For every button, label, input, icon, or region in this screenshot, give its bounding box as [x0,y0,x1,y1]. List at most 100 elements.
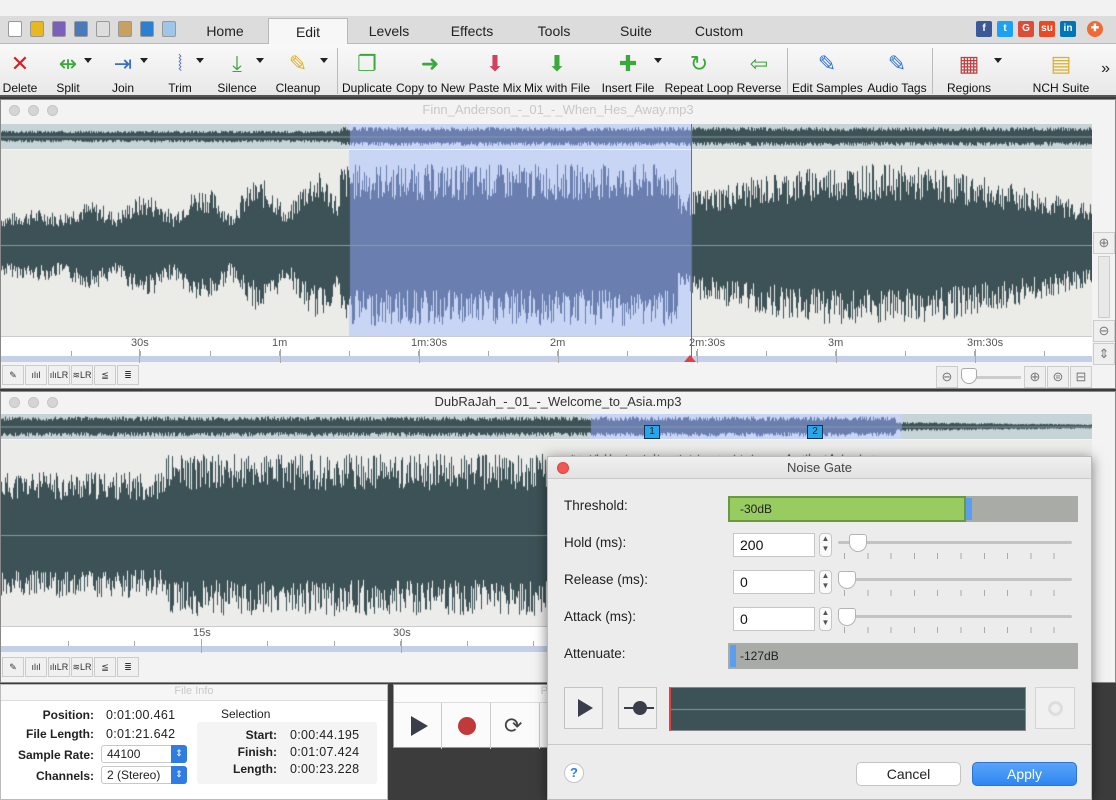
help-lifebuoy-icon[interactable]: ✚ [1087,21,1103,37]
horizontal-zoom-slider[interactable] [961,368,1021,384]
vertical-zoom-in-icon[interactable]: ⊕ [1093,232,1115,254]
redo-icon[interactable] [162,21,176,37]
horizontal-zoom-out-icon[interactable]: ⊖ [936,366,958,388]
attenuate-handle[interactable] [730,645,736,667]
zoom-to-selection-icon[interactable]: ⊜ [1047,366,1069,388]
paste-icon[interactable] [118,21,132,37]
playhead-marker[interactable] [684,355,696,362]
vertical-zoom-slider[interactable] [1098,256,1110,318]
reverse-button[interactable]: ⇦ Reverse [736,44,782,97]
tab-custom[interactable]: Custom [678,18,760,44]
spectral-full-icon[interactable]: ≣ [117,365,139,385]
edit-samples-button[interactable]: ✎ Edit Samples [792,44,863,97]
trim-button[interactable]: ⦚ Trim [160,44,204,97]
regions-button[interactable]: ▦ Regions [940,44,1002,97]
dropdown-arrow-icon[interactable] [196,58,204,63]
track-2-overview[interactable] [1,414,1092,439]
paste-mix-button[interactable]: ⬇ Paste Mix [468,44,522,97]
release-slider[interactable] [838,571,1072,589]
google-plus-icon[interactable]: G [1018,21,1034,37]
tab-levels[interactable]: Levels [348,18,430,44]
close-window-button[interactable] [9,105,20,116]
help-button[interactable]: ? [564,763,584,783]
pencil-tool-icon[interactable]: ✎ [2,365,24,385]
sample-rate-select[interactable]: 44100 ⇕ [101,745,187,763]
attenuate-slider[interactable]: -127dB [728,643,1078,669]
copy-to-new-button[interactable]: ➜ Copy to New [396,44,465,97]
tab-suite[interactable]: Suite [594,18,678,44]
record-button[interactable] [443,703,491,749]
attack-input[interactable]: 0 [733,607,815,631]
attack-slider[interactable] [838,608,1072,626]
dropdown-arrow-icon[interactable] [320,58,328,63]
join-button[interactable]: ⇥ Join [102,44,148,97]
hold-stepper[interactable]: ▲ ▼ [819,533,832,557]
facebook-icon[interactable]: f [976,21,992,37]
hold-slider[interactable] [838,534,1072,552]
track-1-waveform[interactable] [1,150,1092,340]
linkedin-icon[interactable]: in [1060,21,1076,37]
waveform-lr-icon[interactable]: ılıLR [48,365,70,385]
waveform-view-icon[interactable]: ılıl [25,365,47,385]
open-file-icon[interactable] [30,21,44,37]
more-tools-button[interactable]: » [1101,60,1110,78]
new-file-icon[interactable] [8,21,22,37]
spectral-view-icon[interactable]: ≦ [94,365,116,385]
preview-waveform[interactable] [669,687,1026,731]
cleanup-button[interactable]: ✎ Cleanup [272,44,328,97]
duplicate-button[interactable]: ❐ Duplicate [342,44,392,97]
tab-home[interactable]: Home [181,18,269,44]
repeat-loop-button[interactable]: ↻ Repeat Loop [664,44,734,97]
stumbleupon-icon[interactable]: su [1039,21,1055,37]
attack-stepper[interactable]: ▲ ▼ [819,607,832,631]
dropdown-arrow-icon[interactable] [256,58,264,63]
copy-icon[interactable] [96,21,110,37]
mix-with-file-button[interactable]: ⬇ Mix with File [524,44,590,97]
silence-button[interactable]: ⤓ Silence [214,44,264,97]
pencil-tool-icon[interactable]: ✎ [2,657,24,677]
cancel-button[interactable]: Cancel [856,762,961,786]
spectral-view-icon[interactable]: ≦ [94,657,116,677]
waveform-lr-icon[interactable]: ılıLR [48,657,70,677]
nch-suite-button[interactable]: ▤ NCH Suite [1030,44,1092,97]
undo-icon[interactable] [140,21,154,37]
zoom-window-button[interactable] [47,105,58,116]
vertical-zoom-out-icon[interactable]: ⊖ [1093,320,1115,342]
delete-button[interactable]: ✕ Delete [0,44,40,97]
play-button[interactable] [394,703,442,749]
loop-pause-button[interactable]: ⟳ [492,703,540,749]
track-1-timeline-ruler[interactable]: 30s 1m 1m:30s 2m 2m:30s 3m 3m:30s [1,336,1092,363]
release-input[interactable]: 0 [733,570,815,594]
marker-1[interactable]: 1 [644,425,660,439]
save-icon[interactable] [52,21,66,37]
split-lr-icon[interactable]: ≋LR [71,365,93,385]
threshold-slider[interactable]: -30dB [728,496,1078,522]
minimize-window-button[interactable] [28,105,39,116]
twitter-icon[interactable]: t [997,21,1013,37]
tab-edit[interactable]: Edit [268,18,348,45]
apply-button[interactable]: Apply [972,762,1077,786]
close-window-button[interactable] [9,397,20,408]
spectral-full-icon[interactable]: ≣ [117,657,139,677]
bypass-toggle-button[interactable] [618,687,657,729]
horizontal-zoom-in-icon[interactable]: ⊕ [1024,366,1046,388]
cut-icon[interactable] [74,21,88,37]
channels-select[interactable]: 2 (Stereo) ⇕ [101,766,187,784]
track-1-overview[interactable] [1,124,1092,149]
dropdown-arrow-icon[interactable] [654,58,662,63]
audio-tags-button[interactable]: ✎ Audio Tags [866,44,928,97]
marker-2[interactable]: 2 [807,425,823,439]
dropdown-arrow-icon[interactable] [84,58,92,63]
zoom-full-icon[interactable]: ⊟ [1070,366,1092,388]
dropdown-arrow-icon[interactable] [994,58,1002,63]
tab-tools[interactable]: Tools [514,18,594,44]
hold-input[interactable]: 200 [733,533,815,557]
threshold-handle[interactable] [966,498,972,520]
insert-file-button[interactable]: ✚ Insert File [598,44,662,97]
dialog-close-button[interactable] [557,462,569,474]
zoom-window-button[interactable] [47,397,58,408]
split-lr-icon[interactable]: ≋LR [71,657,93,677]
release-stepper[interactable]: ▲ ▼ [819,570,832,594]
tab-effects[interactable]: Effects [430,18,514,44]
minimize-window-button[interactable] [28,397,39,408]
